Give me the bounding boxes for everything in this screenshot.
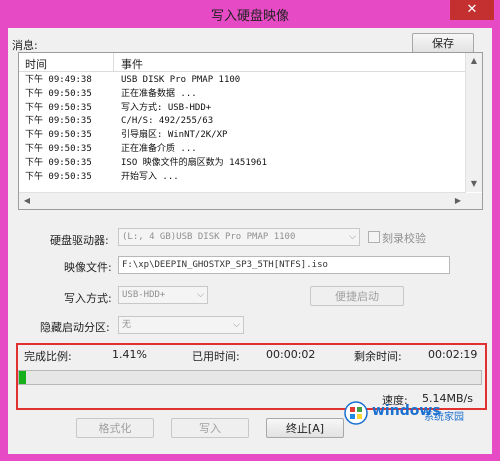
messages-label: 消息: xyxy=(12,39,38,52)
message-log[interactable]: 时间 事件 下午 09:49:38 USB DISK Pro PMAP 1100 下… xyxy=(18,52,483,210)
hidden-partition-select[interactable]: 无 ⌵ xyxy=(118,316,244,334)
column-header-event[interactable]: 事件 xyxy=(121,56,143,72)
column-divider[interactable] xyxy=(113,53,114,71)
write-mode-select[interactable]: USB-HDD+ ⌵ xyxy=(118,286,208,304)
log-row-time: 下午 09:50:35 xyxy=(25,143,92,154)
scrollbar-corner xyxy=(466,193,482,209)
scroll-left-icon[interactable]: ◀ xyxy=(19,193,35,209)
progress-fill xyxy=(19,371,26,384)
scroll-up-icon[interactable]: ▲ xyxy=(466,53,482,69)
progress-bar xyxy=(18,370,482,385)
log-row-time: 下午 09:49:38 xyxy=(25,75,92,85)
chevron-down-icon: ⌵ xyxy=(197,290,204,300)
hidden-partition-label: 隐藏启动分区: xyxy=(40,321,110,334)
write-mode-value: USB-HDD+ xyxy=(122,290,166,300)
log-row-event: USB DISK Pro PMAP 1100 xyxy=(121,75,241,85)
save-button[interactable]: 保存 xyxy=(412,33,474,53)
image-file-field[interactable]: F:\xp\DEEPIN_GHOSTXP_SP3_5TH[NTFS].iso xyxy=(118,256,450,274)
done-ratio-value: 1.41% xyxy=(112,348,147,361)
column-header-time[interactable]: 时间 xyxy=(25,56,47,72)
verify-label: 刻录校验 xyxy=(382,232,426,245)
remaining-time-value: 00:02:19 xyxy=(428,348,478,361)
elapsed-time-value: 00:00:02 xyxy=(266,348,316,361)
done-ratio-label: 完成比例: xyxy=(24,350,72,363)
chevron-down-icon: ⌵ xyxy=(233,320,240,330)
elapsed-time-label: 已用时间: xyxy=(192,350,240,363)
log-row-event: ISO 映像文件的扇区数为 1451961 xyxy=(121,157,268,168)
log-row[interactable]: 下午 09:50:35 开始写入 ... xyxy=(19,171,466,185)
log-row[interactable]: 下午 09:49:38 USB DISK Pro PMAP 1100 xyxy=(19,74,466,88)
log-row-time: 下午 09:50:35 xyxy=(25,130,92,141)
chevron-down-icon: ⌵ xyxy=(349,232,356,242)
drive-label: 硬盘驱动器: xyxy=(50,234,109,247)
log-row[interactable]: 下午 09:50:35 C/H/S: 492/255/63 xyxy=(19,115,466,129)
image-file-label: 映像文件: xyxy=(64,261,112,274)
drive-select[interactable]: (L:, 4 GB)USB DISK Pro PMAP 1100 ⌵ xyxy=(118,228,360,246)
log-row[interactable]: 下午 09:50:35 写入方式: USB-HDD+ xyxy=(19,102,466,116)
verify-checkbox[interactable] xyxy=(368,231,380,243)
write-button[interactable]: 写入 xyxy=(171,418,249,438)
scroll-down-icon[interactable]: ▼ xyxy=(466,176,482,192)
log-rows: 下午 09:49:38 USB DISK Pro PMAP 1100 下午 09:5… xyxy=(19,74,466,184)
log-row-time: 下午 09:50:35 xyxy=(25,157,92,168)
log-row[interactable]: 下午 09:50:35 ISO 映像文件的扇区数为 1451961 xyxy=(19,157,466,171)
horizontal-scrollbar[interactable]: ◀ ▶ xyxy=(19,192,466,209)
close-button[interactable]: ✕ xyxy=(450,0,494,20)
stop-button[interactable]: 终止[A] xyxy=(266,418,344,438)
log-row-event: C/H/S: 492/255/63 xyxy=(121,116,214,127)
log-row[interactable]: 下午 09:50:35 正在准备介质 ... xyxy=(19,143,466,157)
log-header: 时间 事件 xyxy=(19,53,466,72)
write-disk-image-window: 写入硬盘映像 ✕ 消息: 保存 时间 事件 下午 09:49:38 USB DIS… xyxy=(0,0,500,461)
log-row-event: 引导扇区: WinNT/2K/XP xyxy=(121,130,228,141)
window-title: 写入硬盘映像 xyxy=(210,9,289,24)
log-row[interactable]: 下午 09:50:35 正在准备数据 ... xyxy=(19,88,466,102)
dialog-body: 消息: 保存 时间 事件 下午 09:49:38 USB DISK Pro PMA… xyxy=(8,28,492,454)
remaining-time-label: 剩余时间: xyxy=(354,350,402,363)
vertical-scrollbar[interactable]: ▲ ▼ xyxy=(465,53,482,192)
hidden-partition-value: 无 xyxy=(122,320,132,330)
log-row-event: 写入方式: USB-HDD+ xyxy=(121,102,212,113)
quick-boot-button[interactable]: 便捷启动 xyxy=(310,286,404,306)
close-icon: ✕ xyxy=(466,2,478,17)
log-row-time: 下午 09:50:35 xyxy=(25,88,92,99)
drive-select-value: (L:, 4 GB)USB DISK Pro PMAP 1100 xyxy=(122,232,296,242)
watermark-subtext: 系统家园 xyxy=(424,412,464,423)
windows-logo-icon xyxy=(344,401,368,425)
log-row-time: 下午 09:50:35 xyxy=(25,116,92,127)
title-bar[interactable]: 写入硬盘映像 ✕ xyxy=(0,0,500,28)
format-button[interactable]: 格式化 xyxy=(76,418,154,438)
log-row-event: 开始写入 ... xyxy=(121,171,179,182)
log-row-event: 正在准备介质 ... xyxy=(121,143,197,154)
log-row-event: 正在准备数据 ... xyxy=(121,88,197,99)
write-mode-label: 写入方式: xyxy=(64,292,112,305)
log-row[interactable]: 下午 09:50:35 引导扇区: WinNT/2K/XP xyxy=(19,129,466,143)
scroll-right-icon[interactable]: ▶ xyxy=(450,193,466,209)
log-row-time: 下午 09:50:35 xyxy=(25,171,92,182)
watermark: windows 系统家园 xyxy=(340,395,490,429)
log-row-time: 下午 09:50:35 xyxy=(25,102,92,113)
